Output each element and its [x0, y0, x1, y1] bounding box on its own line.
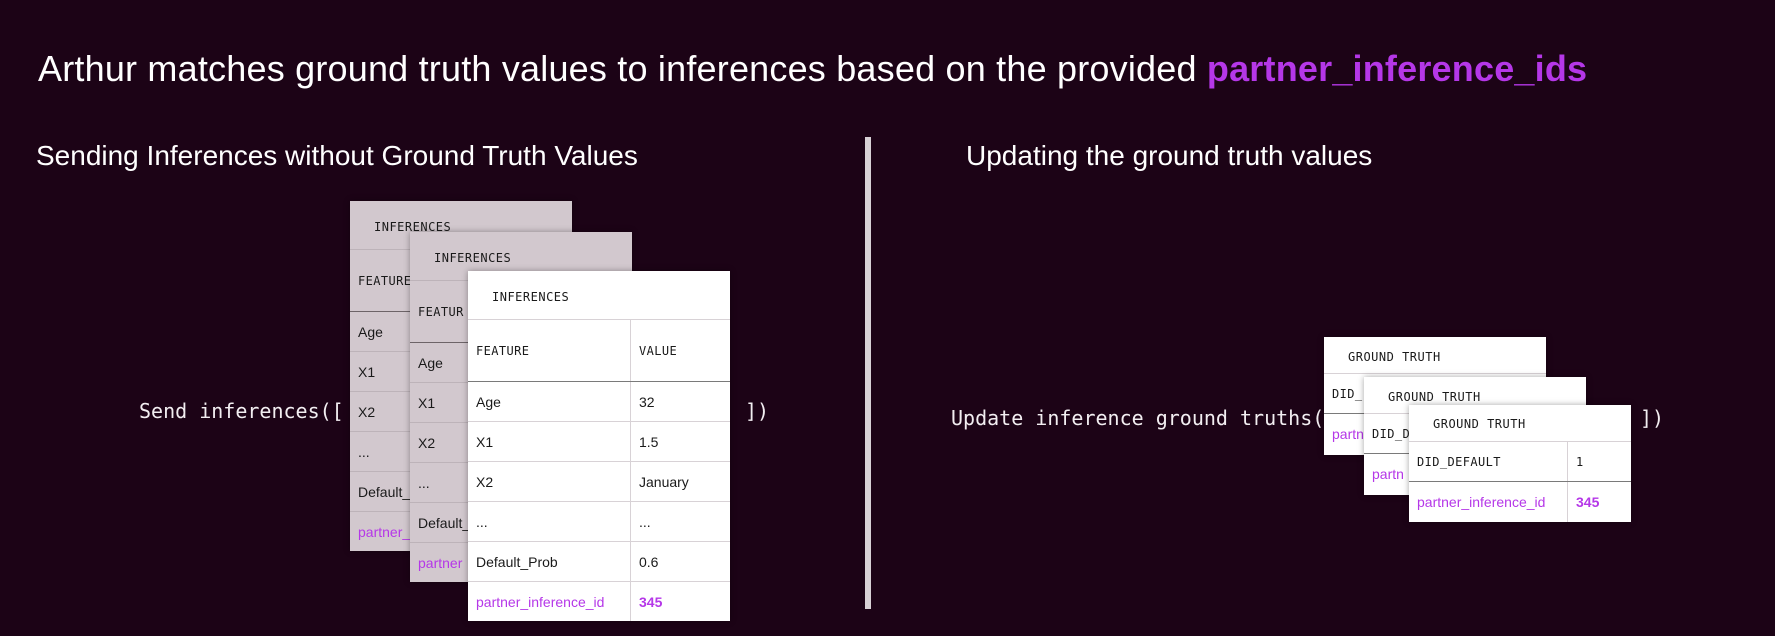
feature-header: FEATURE [468, 319, 631, 382]
right-section-title: Updating the ground truth values [966, 140, 1373, 171]
table-cell: X1 [468, 421, 631, 462]
card-title: GROUND TRUTH [1388, 390, 1481, 404]
table-cell: 32 [630, 381, 730, 422]
update-ground-truths-code-prefix: Update inference ground truths([ [951, 406, 1337, 430]
table-cell: Age [468, 381, 631, 422]
table-cell: 1.5 [630, 421, 730, 462]
card-title: GROUND TRUTH [1433, 417, 1526, 431]
table-cell: January [630, 461, 730, 502]
value-header: VALUE [630, 319, 730, 382]
partner-inference-id-value: 345 [1567, 481, 1631, 522]
card-title: INFERENCES [492, 290, 570, 304]
did-default-value: 1 [1567, 441, 1631, 482]
headline-text: Arthur matches ground truth values to in… [38, 48, 1207, 89]
card-title: GROUND TRUTH [1348, 350, 1441, 364]
inferences-card-front: INFERENCES FEATURE VALUE Age 32 X1 1.5 X2 J… [468, 271, 730, 621]
table-cell: Default_Prob [468, 541, 631, 582]
table-cell: ... [630, 501, 730, 542]
partner-inference-id-label: partner_inference_id [468, 581, 631, 621]
ground-truth-card-front: GROUND TRUTH DID_DEFAULT 1 partner_infer… [1409, 405, 1631, 522]
send-inferences-code-prefix: Send inferences([ [139, 399, 344, 423]
left-section-title: Sending Inferences without Ground Truth … [36, 140, 638, 171]
table-cell: 0.6 [630, 541, 730, 582]
headline: Arthur matches ground truth values to in… [38, 48, 1587, 90]
section-divider [865, 137, 871, 609]
table-cell: ... [468, 501, 631, 542]
send-inferences-code-suffix: ]) [745, 399, 770, 423]
partner-inference-id-value: 345 [630, 581, 730, 621]
did-default-label: DID_DEFAULT [1409, 441, 1568, 482]
headline-highlight: partner_inference_ids [1206, 48, 1588, 89]
update-ground-truths-code-suffix: ]) [1640, 406, 1665, 430]
partner-inference-id-label: partner_inference_id [1409, 481, 1568, 522]
table-cell: X2 [468, 461, 631, 502]
card-title: INFERENCES [434, 251, 512, 265]
